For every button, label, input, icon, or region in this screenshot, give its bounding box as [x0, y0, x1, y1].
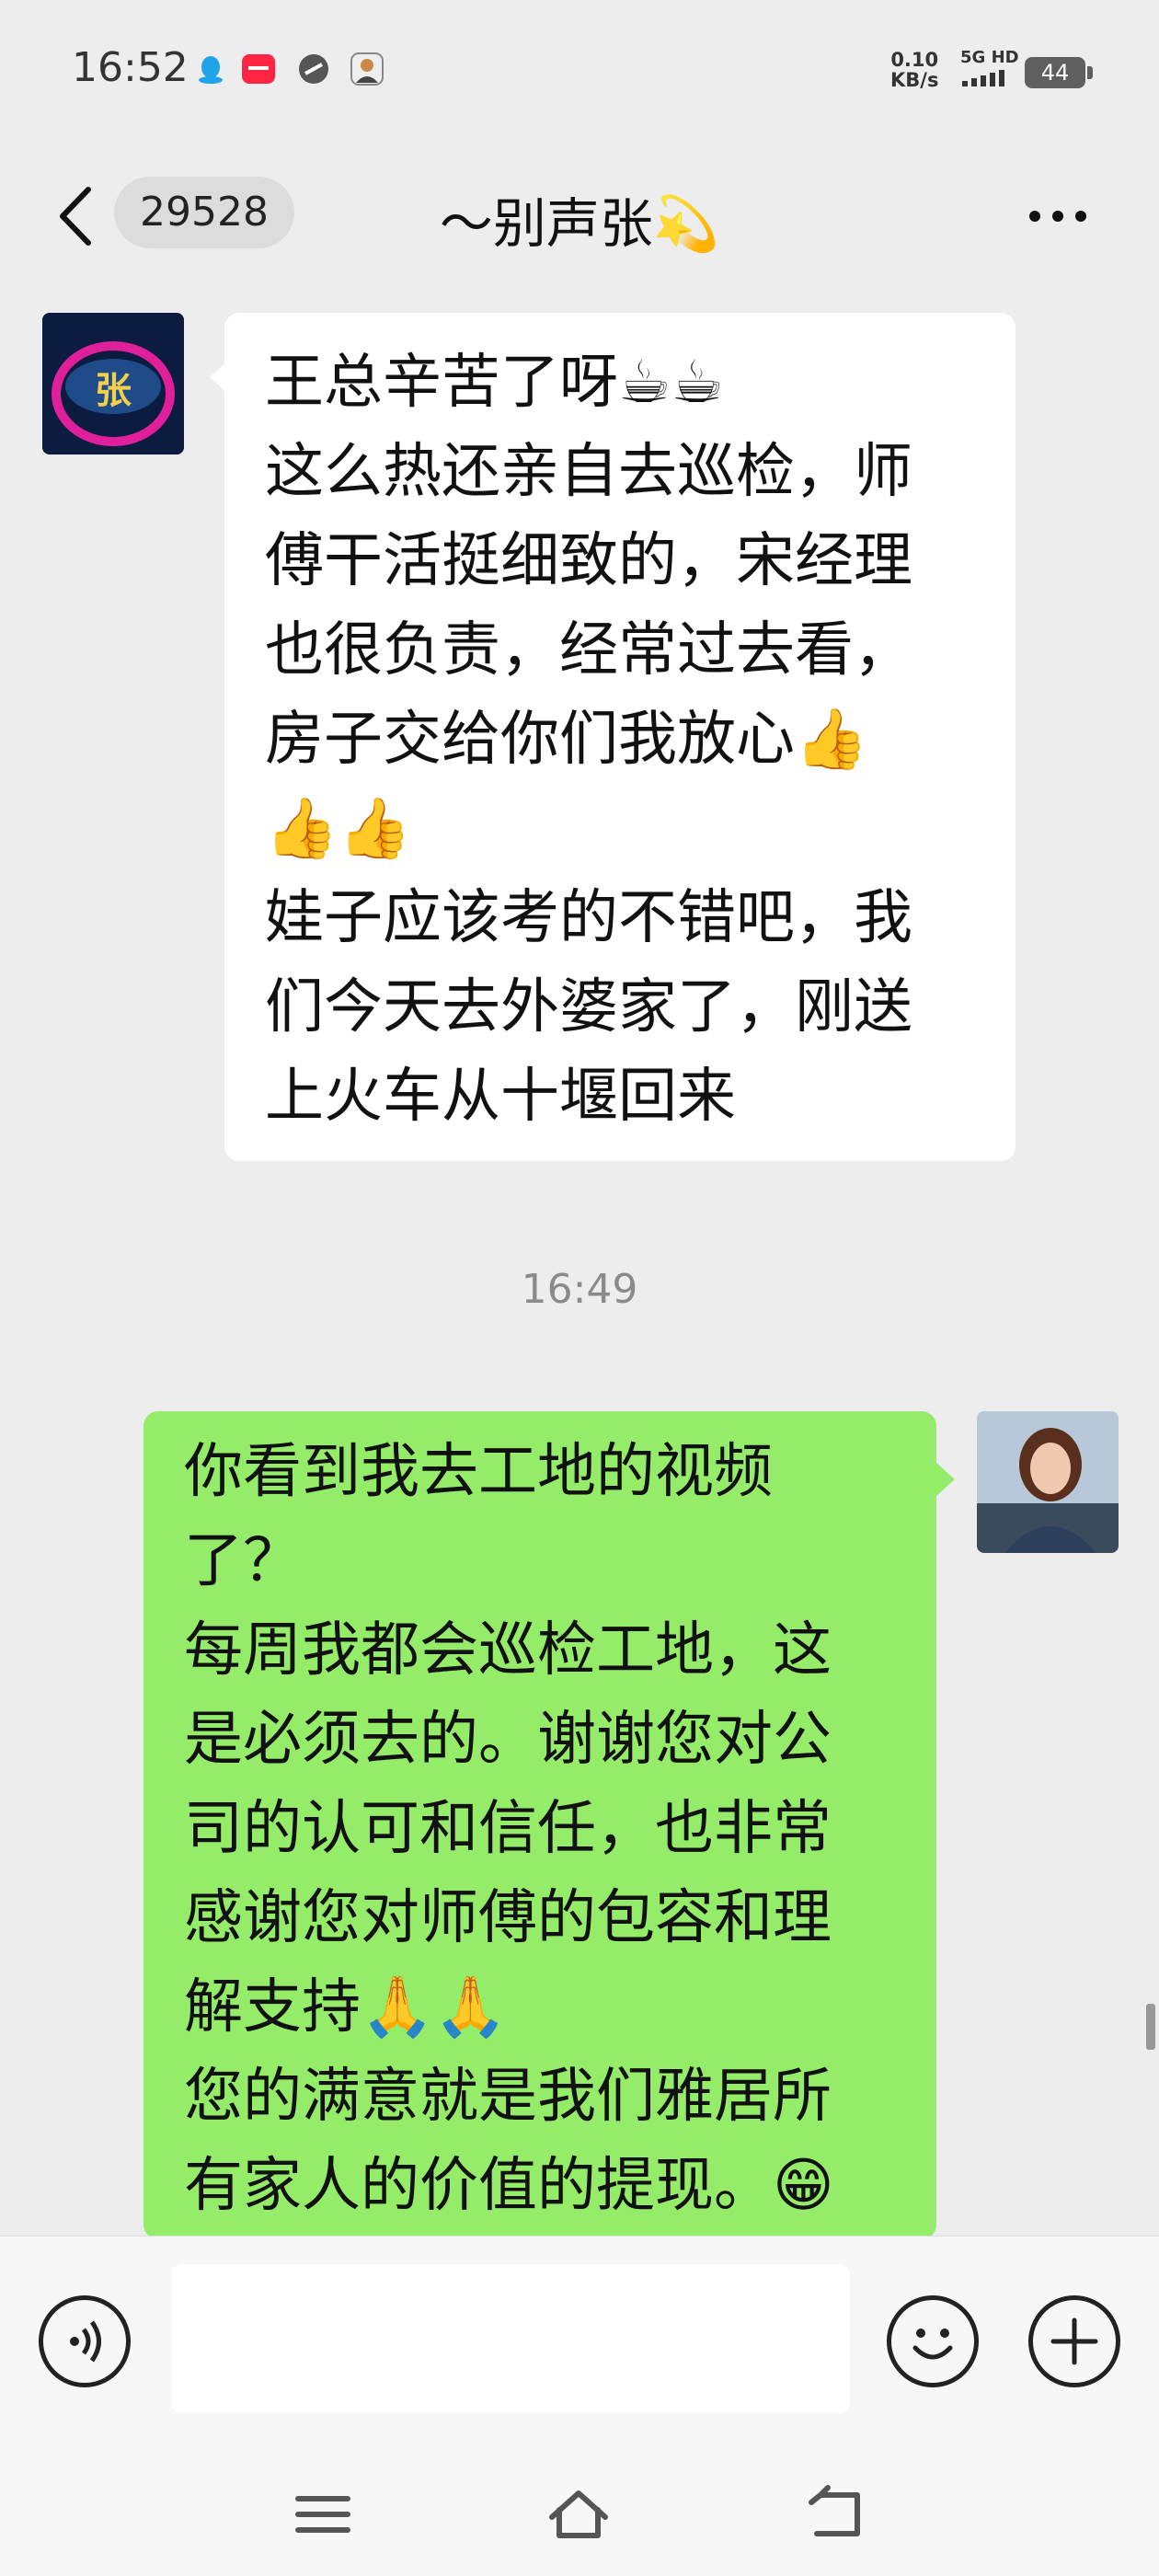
voice-icon [70, 2320, 101, 2363]
contact-avatar-image: 张 [42, 313, 184, 454]
message-line: 房子交给你们我放心👍 [265, 706, 868, 774]
message-line: 也很负责，经常过去看， [265, 616, 912, 684]
my-avatar[interactable] [977, 1411, 1119, 1553]
message-line: 解支持🙏🙏 [184, 1973, 508, 2041]
scrollbar-thumb[interactable] [1146, 2004, 1155, 2050]
message-line: 们今天去外婆家了，刚送 [265, 973, 912, 1041]
home-icon[interactable] [546, 2482, 611, 2547]
message-timestamp: 16:49 [521, 1266, 638, 1313]
message-line: 司的认可和信任，也非常 [184, 1795, 832, 1863]
outgoing-bubble-tail [936, 1463, 955, 1496]
message-line: 娃子应该考的不错吧，我 [265, 884, 912, 952]
message-line: 👍👍 [265, 795, 412, 863]
system-nav-bar [0, 2447, 1159, 2576]
message-line: 王总辛苦了呀☕☕ [265, 349, 724, 417]
signal-icon [962, 70, 1004, 86]
chat-title: ～别声张💫 [439, 192, 720, 255]
network-speed: 0.10 KB/s [890, 50, 938, 90]
more-icon[interactable] [1021, 189, 1095, 244]
back-nav-icon[interactable] [804, 2482, 868, 2547]
incoming-message-bubble[interactable]: 王总辛苦了呀☕☕ 这么热还亲自去巡检，师 傅干活挺细致的，宋经理 也很负责，经常… [224, 313, 1016, 1161]
voice-button[interactable] [39, 2295, 131, 2387]
signal-label: 5G HD [960, 48, 1019, 67]
message-input-bar [0, 2236, 1159, 2448]
qq-icon [199, 56, 223, 84]
plus-button[interactable] [1028, 2295, 1120, 2387]
link-icon [299, 54, 328, 84]
status-bar: 16:52 0.10 KB/s 5G HD 44 [0, 0, 1159, 138]
emoji-button[interactable] [887, 2295, 979, 2387]
message-line: 你看到我去工地的视频 [184, 1438, 773, 1506]
plus-icon [1050, 2317, 1098, 2365]
message-line: 每周我都会巡检工地，这 [184, 1616, 832, 1685]
net-speed-value: 0.10 [890, 49, 939, 71]
message-line: 傅干活挺细致的，宋经理 [265, 527, 912, 595]
outgoing-message-bubble[interactable]: 你看到我去工地的视频 了？ 每周我都会巡检工地，这 是必须去的。谢谢您对公 司的… [143, 1411, 936, 2239]
contact-avatar[interactable]: 张 [42, 313, 184, 454]
message-line: 是必须去的。谢谢您对公 [184, 1706, 832, 1774]
message-line: 这么热还亲自去巡检，师 [265, 438, 912, 506]
battery-tip [1087, 66, 1093, 79]
avatar-text: 张 [95, 369, 132, 412]
xiaohongshu-icon [242, 54, 275, 84]
my-avatar-image [977, 1411, 1119, 1553]
emoji-icon [912, 2329, 953, 2360]
message-line: 上火车从十堰回来 [265, 1063, 736, 1131]
message-line: 您的满意就是我们雅居所 [184, 2063, 832, 2131]
message-line: 有家人的价值的提现。😁 [184, 2152, 834, 2220]
status-time: 16:52 [72, 44, 189, 91]
message-line: 了？ [184, 1527, 302, 1595]
message-input[interactable] [171, 2264, 850, 2413]
battery-icon: 44 [1025, 57, 1085, 88]
message-line: 感谢您对师傅的包容和理 [184, 1884, 832, 1952]
menu-icon[interactable] [291, 2482, 355, 2547]
net-speed-unit: KB/s [890, 69, 939, 91]
profile-icon [350, 52, 384, 86]
